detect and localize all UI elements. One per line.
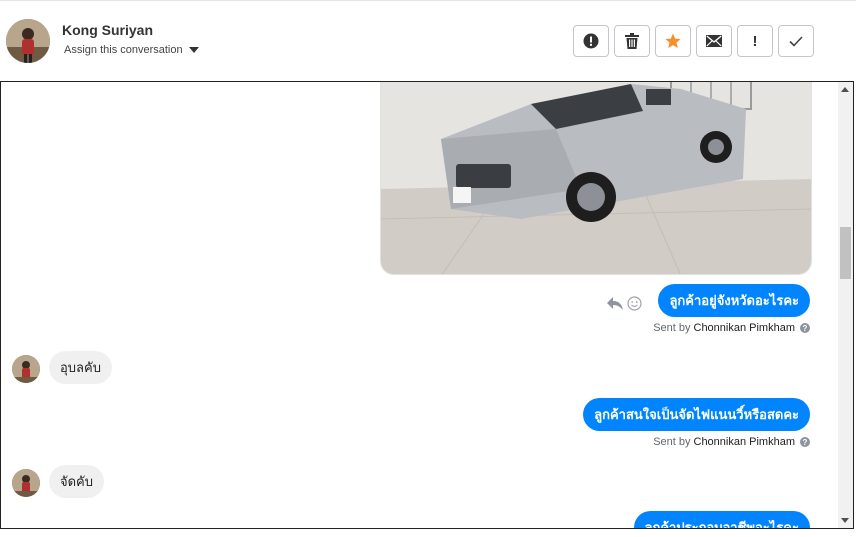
info-icon[interactable]: ?	[800, 437, 810, 447]
contact-name[interactable]: Kong Suriyan	[62, 22, 153, 38]
check-icon	[789, 35, 803, 47]
mark-done-button[interactable]	[778, 25, 814, 57]
incoming-message[interactable]: อุบลคับ	[49, 351, 112, 384]
envelope-icon	[706, 35, 722, 47]
contact-avatar-small[interactable]	[12, 355, 40, 383]
contact-avatar[interactable]	[6, 19, 50, 63]
conversation-toolbar: !	[573, 25, 814, 57]
scroll-down-arrow-icon[interactable]	[841, 518, 849, 523]
message-actions	[607, 296, 642, 311]
reply-icon[interactable]	[607, 296, 623, 311]
incoming-message[interactable]: จัดคับ	[49, 465, 105, 498]
message-thread[interactable]: ลูกค้าอยู่จังหวัดอะไรคะ Sent by Chonnika…	[0, 81, 854, 529]
scrollbar-thumb[interactable]	[840, 227, 851, 279]
follow-up-button[interactable]: !	[737, 25, 773, 57]
assign-conversation-dropdown[interactable]: Assign this conversation	[64, 44, 199, 56]
info-icon[interactable]: ?	[800, 323, 810, 333]
sent-by-prefix: Sent by	[653, 322, 691, 334]
sent-by-label: Sent by Chonnikan Pimkham ?	[653, 436, 810, 448]
caret-down-icon	[188, 47, 199, 53]
outgoing-message[interactable]: ลูกค้าอยู่จังหวัดอะไรคะ	[658, 284, 810, 317]
mark-unread-button[interactable]	[696, 25, 732, 57]
sender-name: Chonnikan Pimkham	[693, 322, 796, 334]
star-button[interactable]	[655, 25, 691, 57]
mark-spam-button[interactable]	[573, 25, 609, 57]
outgoing-message[interactable]: ลูกค้าสนใจเป็นจัดไฟแนนวิ์หรือสดคะ	[583, 398, 810, 431]
emoji-reaction-icon[interactable]	[627, 296, 642, 311]
star-icon	[665, 33, 681, 48]
sent-by-label: Sent by Chonnikan Pimkham ?	[653, 322, 810, 334]
conversation-header: Kong Suriyan Assign this conversation !	[0, 0, 856, 82]
outgoing-message[interactable]: ลูกค้าประกอบอาชีพอะไรคะ	[633, 511, 810, 528]
image-attachment[interactable]	[380, 82, 812, 275]
scrollbar[interactable]	[838, 82, 853, 528]
sent-by-prefix: Sent by	[653, 436, 691, 448]
sender-name: Chonnikan Pimkham	[693, 436, 796, 448]
assign-label: Assign this conversation	[64, 44, 183, 56]
exclamation-icon: !	[752, 32, 758, 50]
scroll-up-arrow-icon[interactable]	[841, 87, 849, 92]
contact-avatar-small[interactable]	[12, 469, 40, 497]
delete-button[interactable]	[614, 25, 650, 57]
trash-icon	[625, 33, 639, 49]
alert-circle-icon	[583, 33, 599, 49]
